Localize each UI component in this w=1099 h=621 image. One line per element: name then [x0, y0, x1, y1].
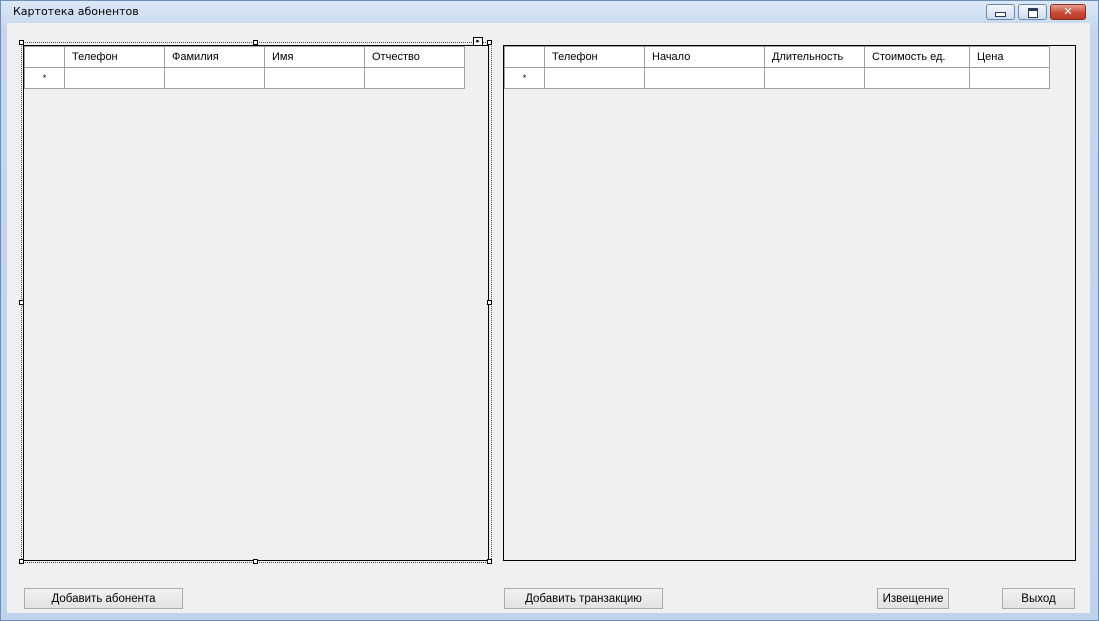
subscribers-table: Телефон Фамилия Имя Отчество *: [24, 46, 465, 89]
window-title: Картотека абонентов: [13, 5, 139, 18]
table-row: *: [504, 67, 1050, 89]
column-header-phone[interactable]: Телефон: [64, 46, 165, 68]
add-transaction-button[interactable]: Добавить транзакцию: [504, 588, 663, 609]
notice-button[interactable]: Извещение: [877, 588, 949, 609]
add-subscriber-button[interactable]: Добавить абонента: [24, 588, 183, 609]
new-row-marker[interactable]: *: [24, 67, 65, 89]
cell-phone[interactable]: [544, 67, 645, 89]
cell-duration[interactable]: [764, 67, 865, 89]
cell-unit-cost[interactable]: [864, 67, 970, 89]
main-window: Картотека абонентов ✕ Телефон Фамилия Им…: [0, 0, 1099, 621]
cell-phone[interactable]: [64, 67, 165, 89]
resize-handle-top-left[interactable]: [19, 40, 24, 45]
column-header-name[interactable]: Имя: [264, 46, 365, 68]
cell-name[interactable]: [264, 67, 365, 89]
column-header-duration[interactable]: Длительность: [764, 46, 865, 68]
transactions-table: Телефон Начало Длительность Стоимость ед…: [504, 46, 1050, 89]
resize-handle-left[interactable]: [19, 300, 24, 305]
resize-handle-bottom-left[interactable]: [19, 559, 24, 564]
column-header-phone[interactable]: Телефон: [544, 46, 645, 68]
minimize-icon: [987, 5, 1014, 17]
subscribers-header-row: Телефон Фамилия Имя Отчество: [24, 46, 465, 68]
transactions-grid[interactable]: Телефон Начало Длительность Стоимость ед…: [503, 45, 1076, 561]
resize-handle-bottom[interactable]: [253, 559, 258, 564]
column-header-surname[interactable]: Фамилия: [164, 46, 265, 68]
resize-handle-right[interactable]: [487, 300, 492, 305]
cell-surname[interactable]: [164, 67, 265, 89]
maximize-icon: [1019, 5, 1046, 18]
cell-start[interactable]: [644, 67, 765, 89]
column-header-unit-cost[interactable]: Стоимость ед.: [864, 46, 970, 68]
cell-price[interactable]: [969, 67, 1050, 89]
grid-corner-header[interactable]: [24, 46, 65, 68]
minimize-button[interactable]: [986, 4, 1015, 20]
subscribers-grid[interactable]: Телефон Фамилия Имя Отчество *: [23, 45, 489, 561]
smart-tag-arrow-icon[interactable]: ▸: [473, 37, 483, 46]
column-header-price[interactable]: Цена: [969, 46, 1050, 68]
new-row-marker[interactable]: *: [504, 67, 545, 89]
table-row: *: [24, 67, 465, 89]
form-client-area: Телефон Фамилия Имя Отчество * ▸ Телефон…: [7, 23, 1090, 613]
exit-button[interactable]: Выход: [1002, 588, 1075, 609]
resize-handle-top[interactable]: [253, 40, 258, 45]
close-icon: ✕: [1063, 5, 1073, 18]
cell-patronymic[interactable]: [364, 67, 465, 89]
close-button[interactable]: ✕: [1050, 4, 1086, 20]
column-header-start[interactable]: Начало: [644, 46, 765, 68]
resize-handle-bottom-right[interactable]: [487, 559, 492, 564]
transactions-header-row: Телефон Начало Длительность Стоимость ед…: [504, 46, 1050, 68]
column-header-patronymic[interactable]: Отчество: [364, 46, 465, 68]
grid-corner-header[interactable]: [504, 46, 545, 68]
maximize-button[interactable]: [1018, 4, 1047, 20]
resize-handle-top-right[interactable]: [487, 40, 492, 45]
